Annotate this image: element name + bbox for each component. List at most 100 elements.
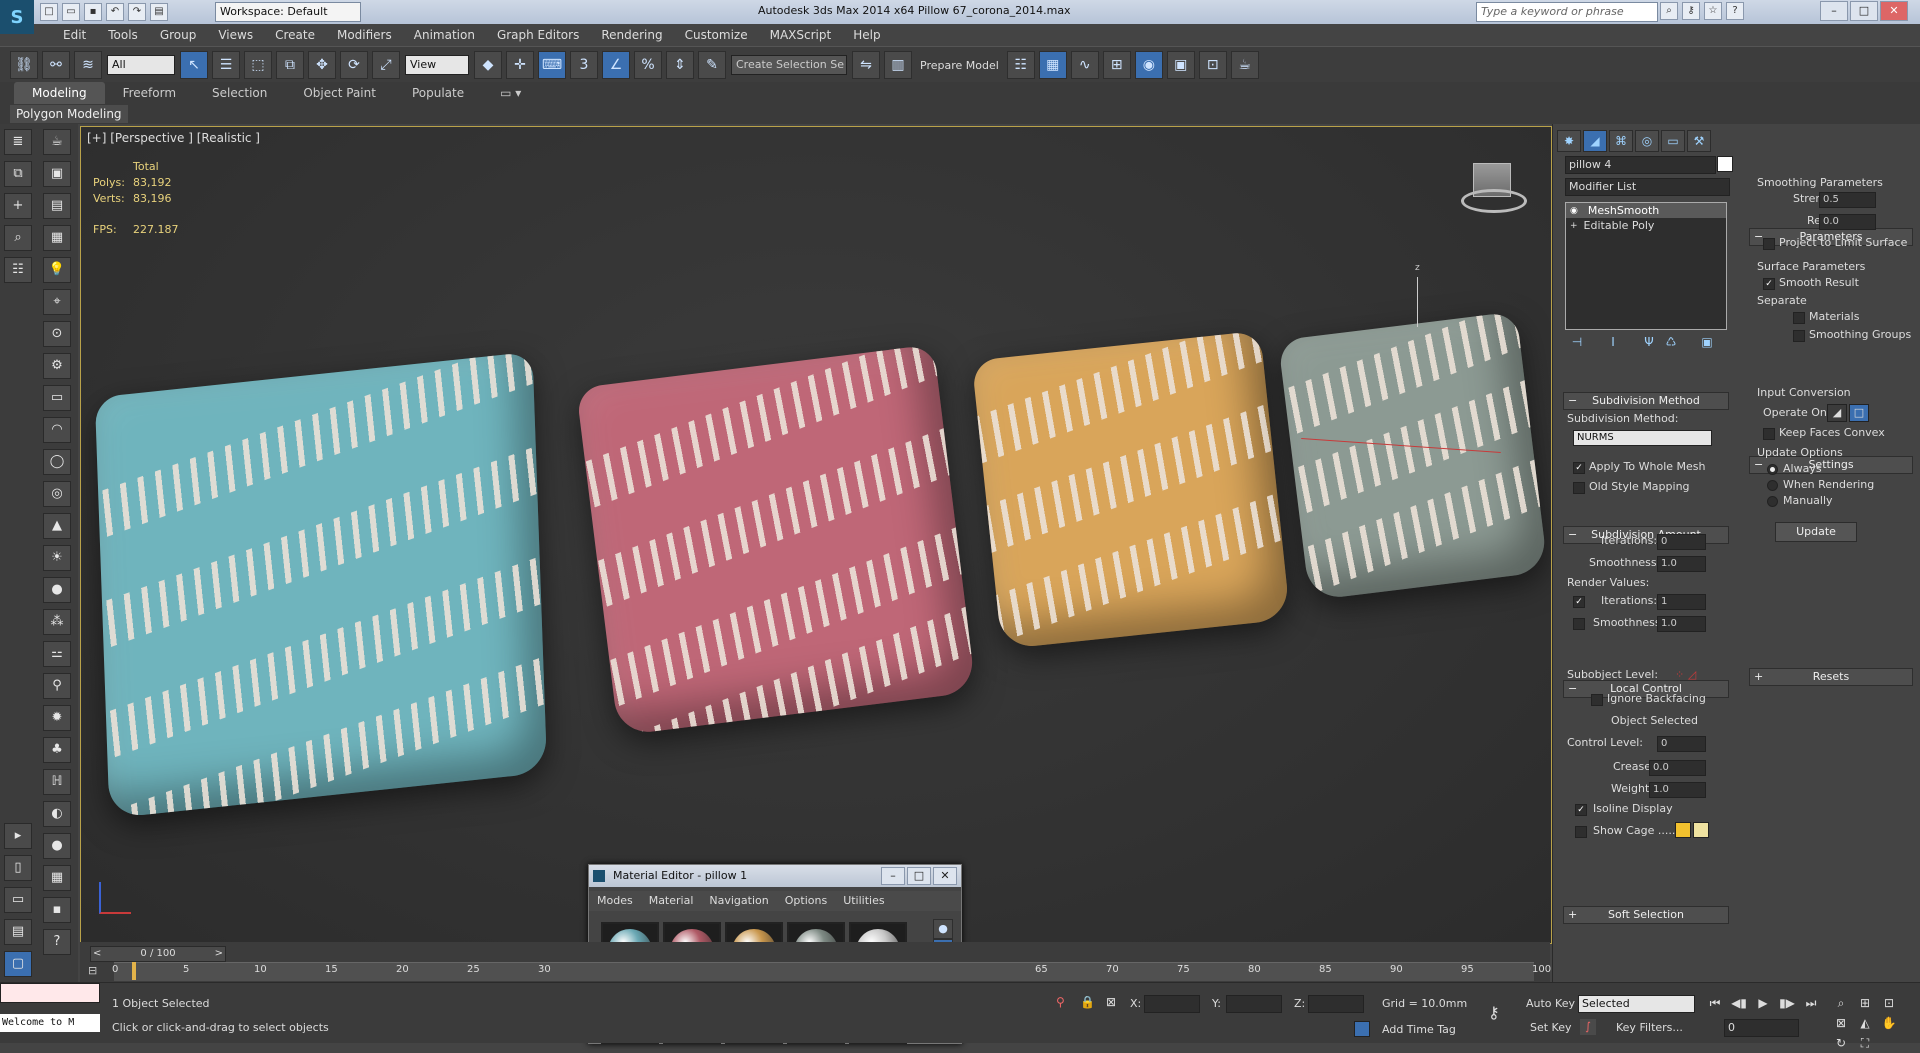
minimize-button[interactable]: – [1820, 1, 1848, 21]
key-selection-dropdown[interactable]: Selected [1578, 995, 1695, 1013]
binoculars-icon[interactable]: ⌕ [1660, 2, 1678, 20]
render-production-icon[interactable]: ☕ [1230, 51, 1259, 79]
expand-plus-icon[interactable]: + [1570, 221, 1578, 231]
expand-arrow-icon[interactable]: ▸ [4, 823, 32, 849]
menu-create[interactable]: Create [264, 24, 326, 46]
operate-on-triangles-icon[interactable]: ◢ [1827, 404, 1847, 422]
selection-filter-dropdown[interactable]: All [107, 55, 175, 75]
redo-icon[interactable]: ↷ [128, 3, 146, 21]
display-tab-icon[interactable]: ▭ [1661, 130, 1685, 152]
isolate-selection-icon[interactable]: ⚲ [1056, 995, 1065, 1009]
remove-modifier-icon[interactable]: ♺ [1661, 334, 1681, 350]
zoom-extents-all-icon[interactable]: ⊠ [1830, 1013, 1852, 1033]
maximize-viewport-icon[interactable]: ⛶ [1854, 1033, 1876, 1053]
show-end-result-icon[interactable]: I [1603, 334, 1623, 350]
light-icon[interactable]: 💡 [43, 257, 71, 283]
settings-gear-icon[interactable]: ✹ [43, 705, 71, 731]
smooth-result-checkbox[interactable]: ✓ [1763, 278, 1775, 290]
smoothness-spinner[interactable]: 1.0 [1657, 556, 1706, 572]
curve-editor-icon[interactable]: ∿ [1070, 51, 1099, 79]
save-icon[interactable]: ▪ [84, 3, 102, 21]
crease-spinner[interactable]: 0.0 [1649, 760, 1706, 776]
scene-explorer-icon[interactable]: ⌕ [4, 225, 32, 251]
sample-type-sphere-icon[interactable]: ● [933, 919, 953, 939]
edit-named-selection-icon[interactable]: ✎ [698, 51, 726, 79]
time-slider-prev-icon[interactable]: < [91, 947, 101, 961]
field-of-view-icon[interactable]: ◭ [1854, 1013, 1876, 1033]
menu-graph-editors[interactable]: Graph Editors [486, 24, 590, 46]
target-camera-icon[interactable]: ⊙ [43, 321, 71, 347]
set-key-button[interactable]: Set Key [1530, 1021, 1572, 1034]
layer-manager-icon[interactable]: ☷ [1006, 51, 1035, 79]
menu-rendering[interactable]: Rendering [590, 24, 673, 46]
rollout-soft-selection[interactable]: + Soft Selection [1563, 906, 1729, 924]
spinner-snap-icon[interactable]: ⇕ [666, 51, 694, 79]
maxscript-mini-listener[interactable]: Welcome to M [0, 1014, 100, 1032]
stack-item-meshsmooth[interactable]: ◉ MeshSmooth [1566, 203, 1726, 218]
create-tab-icon[interactable]: ✸ [1557, 130, 1581, 152]
vertex-subobject-icon[interactable]: ⁘ ◿ [1675, 668, 1696, 681]
maximize-button[interactable]: □ [1850, 1, 1878, 21]
new-file-icon[interactable]: □ [40, 3, 58, 21]
pin-stack-icon[interactable]: ⊣ [1567, 334, 1587, 350]
list-icon[interactable]: ▤ [43, 193, 71, 219]
selection-lock-icon[interactable]: 🔒 [1080, 995, 1095, 1009]
operate-on-polygons-icon[interactable]: □ [1849, 404, 1869, 422]
manipulate-icon[interactable]: ✛ [506, 51, 534, 79]
calculator-icon[interactable]: ▦ [43, 865, 71, 891]
pillow-4[interactable] [1277, 311, 1549, 601]
teapot-icon[interactable]: ☕ [43, 129, 71, 155]
select-by-name-icon[interactable]: ☰ [212, 51, 240, 79]
update-button[interactable]: Update [1775, 522, 1857, 542]
subdivision-method-dropdown[interactable]: NURMS [1573, 430, 1712, 446]
menu-views[interactable]: Views [207, 24, 264, 46]
me-maximize-button[interactable]: □ [907, 867, 931, 885]
next-frame-icon[interactable]: ▮▶ [1776, 993, 1798, 1013]
make-unique-icon[interactable]: Ψ [1639, 334, 1659, 350]
viewcube[interactable] [1461, 163, 1527, 213]
update-always-radio[interactable] [1767, 464, 1778, 475]
layers-icon[interactable]: ≣ [4, 129, 32, 155]
mirror-icon[interactable]: ⇋ [852, 51, 880, 79]
strength-spinner[interactable]: 0.5 [1819, 192, 1876, 208]
cage-color-swatch-1[interactable] [1675, 822, 1691, 838]
percent-snap-icon[interactable]: % [634, 51, 662, 79]
control-level-spinner[interactable]: 0 [1657, 736, 1706, 752]
bone-icon[interactable]: ⚍ [43, 641, 71, 667]
ignore-backfacing-checkbox[interactable] [1591, 694, 1603, 706]
window-crossing-icon[interactable]: ⧉ [276, 51, 304, 79]
sphere-icon[interactable]: ◯ [43, 449, 71, 475]
time-tag-icon[interactable] [1354, 1021, 1370, 1037]
viewport-label[interactable]: [+] [Perspective ] [Realistic ] [87, 131, 260, 145]
me-menu-modes[interactable]: Modes [589, 891, 641, 911]
pillow-1[interactable] [94, 351, 548, 819]
me-close-button[interactable]: ✕ [933, 867, 957, 885]
object-color-swatch[interactable] [1717, 156, 1733, 172]
material-editor-titlebar[interactable]: Material Editor - pillow 1 – □ ✕ [589, 865, 961, 887]
modifier-list-dropdown[interactable]: Modifier List [1565, 178, 1730, 196]
maxscript-listener-strip[interactable] [0, 983, 100, 1003]
separate-materials-checkbox[interactable] [1793, 312, 1805, 324]
box-icon[interactable]: ▭ [43, 385, 71, 411]
menu-tools[interactable]: Tools [97, 24, 149, 46]
keyboard-shortcut-override-icon[interactable]: ⌨ [538, 51, 566, 79]
help-icon[interactable]: ? [1726, 2, 1744, 20]
close-button[interactable]: ✕ [1880, 1, 1908, 21]
render-smoothness-checkbox[interactable] [1573, 618, 1585, 630]
unlink-icon[interactable]: ⚯ [42, 51, 70, 79]
snaps-toggle-icon[interactable]: 3 [570, 51, 598, 79]
weight-spinner[interactable]: 1.0 [1649, 782, 1706, 798]
pillow-2[interactable] [576, 344, 976, 736]
pillow-3[interactable] [971, 330, 1291, 650]
me-menu-options[interactable]: Options [777, 891, 835, 911]
menu-maxscript[interactable]: MAXScript [759, 24, 843, 46]
perspective-viewport[interactable]: [+] [Perspective ] [Realistic ] Total Po… [80, 126, 1552, 944]
geosphere-icon[interactable]: ● [43, 577, 71, 603]
torus-icon[interactable]: ◎ [43, 481, 71, 507]
menu-customize[interactable]: Customize [674, 24, 759, 46]
track-bar-key[interactable] [132, 962, 136, 980]
bind-space-warp-icon[interactable]: ≋ [74, 51, 102, 79]
link-icon[interactable]: ⛓ [10, 51, 38, 79]
zoom-extents-icon[interactable]: ⊡ [1878, 993, 1900, 1013]
rendered-frame-window-icon[interactable]: ⊡ [1198, 51, 1227, 79]
